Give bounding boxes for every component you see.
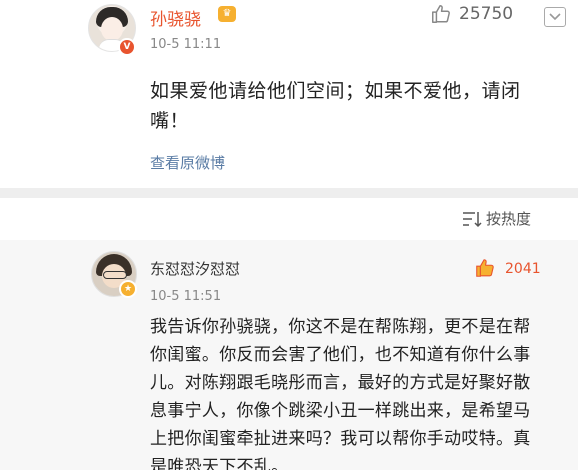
comment-like-count: 2041 xyxy=(505,261,541,277)
post-timestamp: 10-5 11:11 xyxy=(150,37,222,52)
avatar-face xyxy=(101,17,123,41)
comment-text: 我告诉你孙骁骁，你这不是在帮陈翔，更不是在帮你闺蜜。你反而会害了他们，也不知道有… xyxy=(150,317,531,470)
avatar-glasses xyxy=(103,271,127,279)
thumbs-up-icon[interactable] xyxy=(474,257,496,279)
vip-crown-icon[interactable]: ♛ xyxy=(218,6,236,22)
original-post: V 孙骁骁 ♛ 10-5 11:11 25750 如果爱他请给他们空间；如果不爱… xyxy=(0,0,578,188)
post-username[interactable]: 孙骁骁 xyxy=(150,5,201,30)
view-original-link[interactable]: 查看原微博 xyxy=(150,152,225,173)
verified-badge-icon: V xyxy=(118,38,136,56)
comment-timestamp: 10-5 11:51 xyxy=(150,289,222,304)
comment-username[interactable]: 东怼怼汐怼怼 xyxy=(150,258,240,279)
sort-icon[interactable] xyxy=(462,210,482,228)
weibo-page: V 孙骁骁 ♛ 10-5 11:11 25750 如果爱他请给他们空间；如果不爱… xyxy=(0,0,578,470)
sort-by-hot-button[interactable]: 按热度 xyxy=(486,208,531,229)
thumbs-up-icon[interactable] xyxy=(430,3,452,25)
member-badge-icon: ★ xyxy=(119,280,137,298)
section-divider xyxy=(0,188,578,198)
chevron-down-icon[interactable] xyxy=(544,7,566,27)
post-like-count: 25750 xyxy=(459,4,514,24)
post-text: 如果爱他请给他们空间；如果不爱他，请闭嘴！ xyxy=(150,80,521,132)
